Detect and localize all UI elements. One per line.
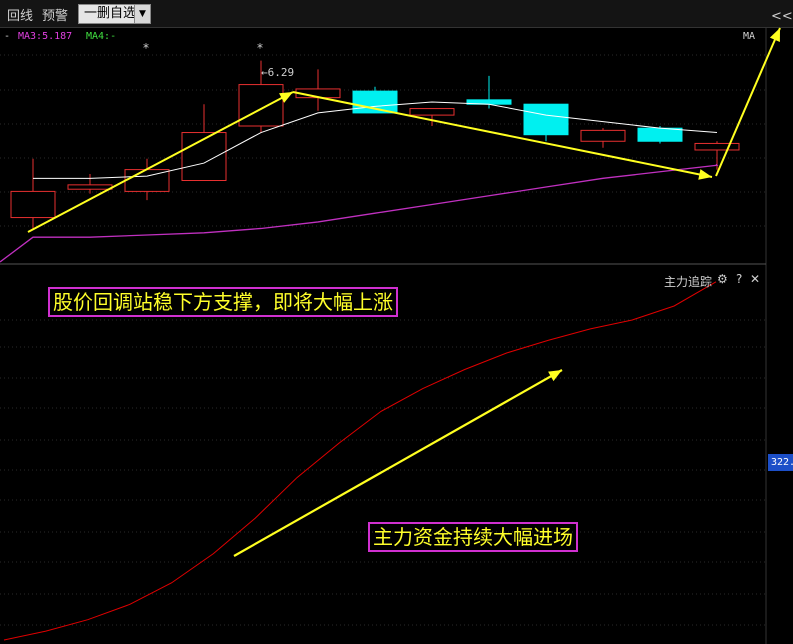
candle-body [67,184,113,190]
candle-body [523,103,569,136]
candle-body [637,127,683,142]
callout-price-support: 股价回调站稳下方支撑，即将大幅上涨 [48,287,398,317]
close-icon[interactable]: ✕ [750,272,760,286]
arrow-shaft [715,27,781,177]
help-icon[interactable]: ? [736,272,742,286]
candle-body [10,190,56,219]
candle-body [409,108,455,116]
candle-body [580,129,626,142]
ma-magenta-line [0,163,719,263]
callout-fund-inflow: 主力资金持续大幅进场 [368,522,578,552]
gear-icon[interactable]: ⚙ [717,272,728,286]
candle-body [238,84,284,127]
arrow-head [698,169,712,180]
price-tag: 322. [768,454,793,471]
fund-flow-line [3,281,717,641]
candlestick-series [10,60,740,229]
candle-body [694,142,740,151]
arrow-shaft [27,91,294,233]
sub-panel-title: 主力追踪 [664,275,713,289]
